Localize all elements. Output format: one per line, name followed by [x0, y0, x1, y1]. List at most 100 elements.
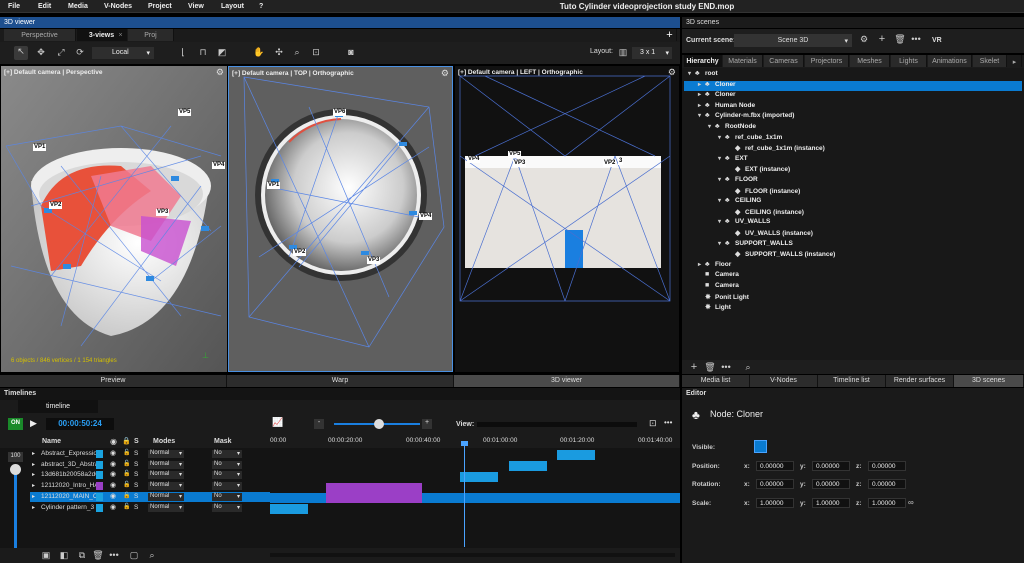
mask-select[interactable]: No ▾ [212, 471, 242, 480]
tree-node[interactable]: ◆ EXT (instance) [684, 165, 1022, 176]
space-select[interactable]: Local ▾ [92, 47, 154, 59]
tab-cameras[interactable]: Cameras [764, 55, 804, 67]
tree-node[interactable]: ■ Camera [684, 282, 1022, 293]
tree-node[interactable]: ▾ ♣ FLOOR [684, 176, 1022, 187]
visible-checkbox[interactable] [754, 440, 767, 453]
playhead-handle[interactable] [461, 441, 468, 446]
fit-view-icon[interactable]: ⊡ [649, 418, 657, 429]
tree-node[interactable]: ▸ ♣ Human Node [684, 102, 1022, 113]
track-row[interactable]: ▸ abstract_3D_Abstra ◉ 🔓 S Normal ▾ No ▾ [30, 460, 270, 471]
volume-slider[interactable] [14, 466, 17, 550]
tree-node[interactable]: ◆ CEILING (instance) [684, 208, 1022, 219]
expand-arrow-icon[interactable]: ▸ [32, 482, 35, 489]
expand-arrow-icon[interactable]: ▸ [32, 504, 35, 511]
add-tab-icon[interactable]: + [663, 29, 677, 41]
tree-node[interactable]: ▾ ♣ Cylinder-m.fbx (imported) [684, 112, 1022, 123]
lock-icon[interactable]: 🔓 [123, 481, 130, 488]
scale-x-field[interactable]: 1.00000 [756, 498, 794, 508]
tree-node[interactable]: ✸ Ponit Light [684, 293, 1022, 304]
frame-all-icon[interactable]: ⊡ [309, 47, 323, 58]
more-icon[interactable]: ••• [910, 34, 922, 44]
track-color-swatch[interactable] [96, 460, 103, 469]
record-icon[interactable]: ▢ [128, 550, 140, 561]
trash-icon[interactable]: 🗑 [894, 34, 906, 45]
expand-arrow-icon[interactable]: ▸ [32, 461, 35, 468]
clip[interactable] [270, 504, 308, 514]
tab-meshes[interactable]: Meshes [850, 55, 890, 67]
eye-icon[interactable]: ◉ [110, 481, 116, 489]
clip[interactable] [509, 461, 547, 471]
snap-corner-icon[interactable]: ⌊ [176, 47, 190, 58]
curve-editor-icon[interactable]: 📈 [272, 417, 283, 428]
position-y-field[interactable]: 0.00000 [812, 461, 850, 471]
rotation-z-field[interactable]: 0.00000 [868, 479, 906, 489]
trash-icon[interactable]: 🗑 [92, 550, 104, 561]
gear-icon[interactable]: ⚙ [668, 67, 676, 78]
tab-timeline[interactable]: timeline [18, 400, 98, 413]
tree-node[interactable]: ▾ ♣ ref_cube_1x1m [684, 134, 1022, 145]
timeline-scrollbar[interactable] [270, 553, 675, 557]
link-scale-icon[interactable]: ∞ [908, 498, 914, 507]
time-ruler[interactable]: 00:00 00:00:20:00 00:00:40:00 00:01:00:0… [270, 437, 680, 449]
track-color-swatch[interactable] [96, 450, 103, 458]
track-row[interactable]: ▸ 12112020_Intro_HA ◉ 🔓 S Normal ▾ No ▾ [30, 481, 270, 492]
blend-mode-select[interactable]: Normal ▾ [148, 503, 184, 512]
volume-value[interactable]: 100 [8, 452, 23, 462]
track-color-swatch[interactable] [96, 492, 103, 501]
expand-arrow-icon[interactable]: ▾ [718, 176, 725, 183]
tab-media-list[interactable]: Media list [682, 375, 750, 387]
clip[interactable] [326, 493, 422, 503]
track-row[interactable]: ▸ Abstract_Expressio ◉ 🔓 S Normal ▾ No ▾ [30, 449, 270, 460]
current-scene-select[interactable]: Scene 3D ▾ [734, 34, 852, 47]
solo-toggle[interactable]: S [134, 493, 138, 500]
tab-animations[interactable]: Animations [928, 55, 972, 67]
expand-arrow-icon[interactable]: ▾ [718, 197, 725, 204]
eye-icon[interactable]: ◉ [110, 503, 116, 511]
clip[interactable] [557, 450, 595, 460]
clip[interactable] [326, 483, 422, 493]
layout-select[interactable]: 3 x 1 ▾ [632, 47, 672, 59]
tree-node[interactable]: ▾ ♣ UV_WALLS [684, 218, 1022, 229]
move-tool-icon[interactable]: ✥ [34, 47, 48, 58]
viewport-top[interactable]: VP6 VP1 VP2 VP3 VP4 [+] Default camera |… [228, 66, 453, 372]
expand-arrow-icon[interactable]: ▾ [718, 155, 725, 162]
expand-arrow-icon[interactable]: ▸ [698, 91, 705, 98]
tab-v-nodes[interactable]: V-Nodes [750, 375, 818, 387]
viewport-label[interactable]: [+] Default camera | TOP | Orthographic [232, 70, 354, 77]
more-icon[interactable]: ••• [108, 550, 120, 560]
tree-node[interactable]: ▸ ♣ Cloner [684, 91, 1022, 102]
tree-node[interactable]: ◆ SUPPORT_WALLS (instance) [684, 250, 1022, 261]
expand-arrow-icon[interactable]: ▾ [688, 70, 695, 77]
solo-toggle[interactable]: S [134, 471, 138, 478]
blend-mode-select[interactable]: Normal ▾ [148, 492, 184, 501]
lock-icon[interactable]: 🔓 [123, 460, 130, 467]
rotate-tool-icon[interactable]: ⟳ [73, 47, 87, 58]
tree-node[interactable]: ▸ ♣ Floor [684, 261, 1022, 272]
snap-edge-icon[interactable]: ⊓ [196, 47, 210, 58]
lock-icon[interactable]: 🔓 [123, 470, 130, 477]
on-toggle[interactable]: ON [8, 418, 23, 430]
track-color-swatch[interactable] [96, 471, 103, 480]
expand-arrow-icon[interactable]: ▸ [698, 81, 705, 88]
expand-arrow-icon[interactable]: ▸ [698, 102, 705, 109]
tree-node[interactable]: ▾ ♣ SUPPORT_WALLS [684, 240, 1022, 251]
eye-icon[interactable]: ◉ [110, 470, 116, 478]
tab-preview[interactable]: Preview [0, 375, 227, 387]
add-folder-icon[interactable]: ▣ [40, 550, 52, 561]
expand-arrow-icon[interactable]: ▾ [718, 134, 725, 141]
gear-icon[interactable]: ⚙ [441, 68, 449, 79]
tab-skeletons[interactable]: Skelet [973, 55, 1007, 67]
view-range-bar[interactable] [477, 422, 637, 427]
timecode-display[interactable]: 00:00:50:24 [46, 418, 114, 430]
tree-node[interactable]: ▾ ♣ RootNode [684, 123, 1022, 134]
tab-timeline-list[interactable]: Timeline list [818, 375, 886, 387]
select-tool-icon[interactable]: ↖ [14, 46, 28, 60]
pan-hand-icon[interactable]: ✋ [252, 47, 266, 58]
expand-arrow-icon[interactable]: ▾ [708, 123, 715, 130]
clip[interactable] [460, 472, 498, 482]
solo-toggle[interactable]: S [134, 504, 138, 511]
track-color-swatch[interactable] [96, 482, 103, 491]
tab-3d-scenes[interactable]: 3D scenes [954, 375, 1024, 387]
solo-toggle[interactable]: S [134, 482, 138, 489]
scale-z-field[interactable]: 1.00000 [868, 498, 906, 508]
